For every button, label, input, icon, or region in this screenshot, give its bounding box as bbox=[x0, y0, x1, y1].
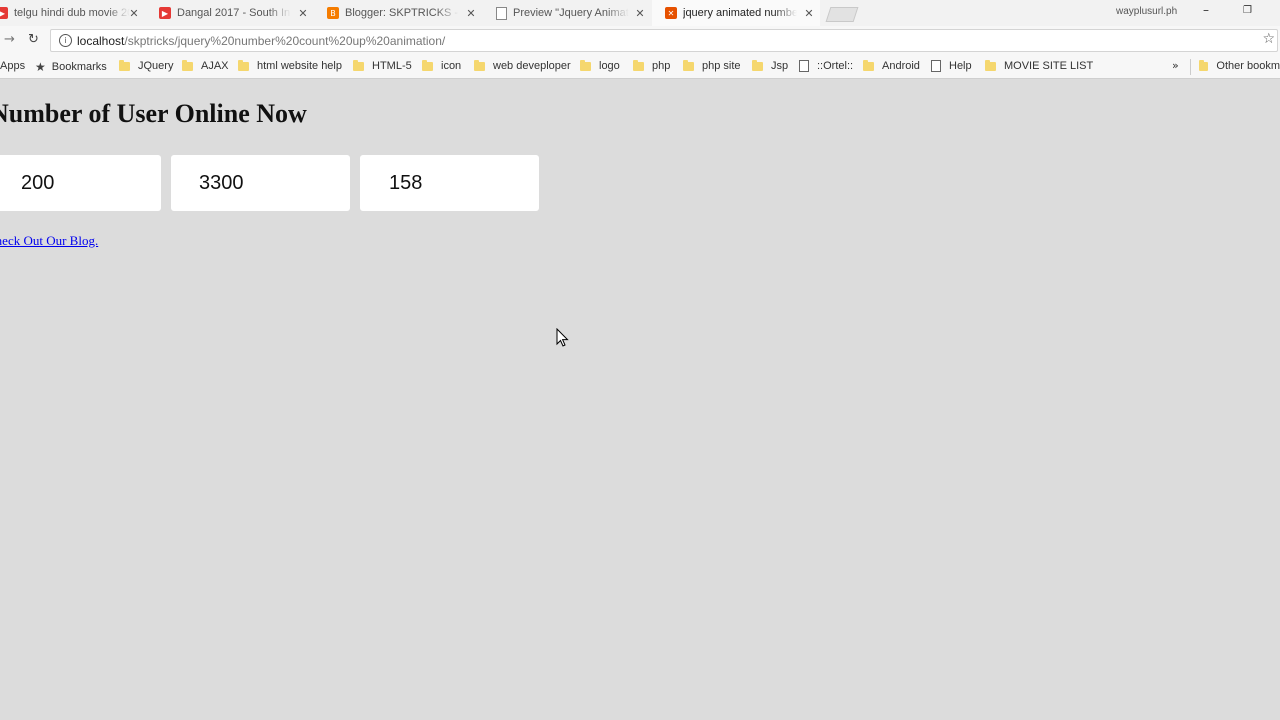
bookmark-icon[interactable]: icon bbox=[422, 59, 462, 72]
address-bar[interactable]: i localhost/skptricks/jquery%20number%20… bbox=[50, 29, 1278, 52]
tab-preview[interactable]: Preview "Jquery Animate ✕ bbox=[496, 0, 646, 26]
bookmark-label: Apps bbox=[0, 60, 26, 72]
bookmark-label: web deveploper bbox=[493, 60, 571, 72]
bookmarks-bar: Apps ★ Bookmarks JQuery AJAX html website… bbox=[0, 56, 1280, 79]
folder-icon bbox=[633, 59, 644, 71]
bookmark-bookmarks[interactable]: ★ Bookmarks bbox=[35, 60, 107, 74]
bookmark-help[interactable]: Help bbox=[931, 60, 972, 72]
counter-value: 158 bbox=[389, 171, 423, 194]
bookmark-label: JQuery bbox=[138, 60, 174, 72]
tab-title: Blogger: SKPTRICKS - Pr bbox=[345, 7, 459, 19]
bookmark-label: Other bookm bbox=[1216, 60, 1280, 72]
folder-icon bbox=[580, 59, 591, 71]
url-host: localhost bbox=[77, 33, 125, 48]
url-text[interactable]: localhost/skptricks/jquery%20number%20co… bbox=[77, 34, 445, 48]
bookmark-label: logo bbox=[599, 60, 620, 72]
bookmark-label: php bbox=[652, 60, 671, 72]
tab-title: jquery animated number bbox=[683, 7, 797, 19]
bookmark-label: MOVIE SITE LIST bbox=[1004, 60, 1094, 72]
xampp-favicon-icon: ✕ bbox=[665, 7, 677, 19]
bookmark-web-deveploper[interactable]: web deveploper bbox=[474, 59, 571, 72]
bookmark-jquery[interactable]: JQuery bbox=[119, 59, 174, 72]
tab-jquery-animated-number[interactable]: ✕ jquery animated number ✕ bbox=[665, 0, 815, 26]
close-icon[interactable]: ✕ bbox=[128, 7, 140, 20]
bookmark-movie-site-list[interactable]: MOVIE SITE LIST bbox=[985, 59, 1094, 72]
restore-icon[interactable]: ❐ bbox=[1243, 5, 1252, 16]
folder-icon bbox=[683, 59, 694, 71]
tab-strip: ▶ telgu hindi dub movie 20 ✕ ▶ Dangal 20… bbox=[0, 0, 1280, 26]
folder-icon bbox=[182, 59, 193, 71]
page-content: Number of User Online Now 200 3300 158 C… bbox=[0, 79, 1280, 720]
counter-box: 158 bbox=[360, 155, 539, 211]
page-heading: Number of User Online Now bbox=[0, 99, 307, 128]
bookmark-label: Bookmarks bbox=[51, 61, 107, 73]
watermark: wayplusurl.ph bbox=[1116, 6, 1178, 17]
star-icon: ★ bbox=[35, 60, 46, 74]
page-icon bbox=[931, 60, 941, 72]
page-favicon-icon bbox=[496, 6, 507, 20]
youtube-favicon-icon: ▶ bbox=[159, 7, 171, 19]
bookmark-apps[interactable]: Apps bbox=[0, 60, 25, 72]
tab-title: Dangal 2017 - South Indi bbox=[177, 7, 291, 19]
folder-icon bbox=[119, 59, 130, 71]
minimize-icon[interactable]: – bbox=[1203, 3, 1209, 17]
more-bookmarks-button[interactable]: » bbox=[1172, 59, 1179, 72]
url-path: /skptricks/jquery%20number%20count%20up%… bbox=[124, 33, 446, 48]
bookmark-label: Jsp bbox=[771, 60, 789, 72]
bookmark-label: AJAX bbox=[201, 60, 229, 72]
browser-toolbar: → ↻ i localhost/skptricks/jquery%20numbe… bbox=[0, 26, 1280, 56]
folder-icon bbox=[474, 59, 485, 71]
blogger-favicon-icon: B bbox=[327, 7, 339, 19]
youtube-favicon-icon: ▶ bbox=[0, 7, 8, 19]
bookmark-star-icon[interactable]: ☆ bbox=[1262, 31, 1275, 47]
close-icon[interactable]: ✕ bbox=[634, 7, 646, 20]
bookmark-label: Android bbox=[882, 60, 920, 72]
bookmarks-divider bbox=[1190, 59, 1191, 75]
bookmark-label: ::Ortel:: bbox=[817, 60, 854, 72]
folder-icon bbox=[353, 59, 364, 71]
tab-title: Preview "Jquery Animate bbox=[513, 7, 629, 19]
reload-icon[interactable]: ↻ bbox=[28, 32, 39, 47]
new-tab-button[interactable] bbox=[825, 7, 859, 22]
folder-icon bbox=[422, 59, 433, 71]
close-icon[interactable]: ✕ bbox=[803, 7, 815, 20]
counter-box: 3300 bbox=[171, 155, 350, 211]
tab-blogger[interactable]: B Blogger: SKPTRICKS - Pr ✕ bbox=[327, 0, 477, 26]
bookmark-label: Help bbox=[949, 60, 972, 72]
tab-title: telgu hindi dub movie 20 bbox=[14, 7, 130, 19]
bookmark-label: icon bbox=[441, 60, 462, 72]
forward-arrow-icon[interactable]: → bbox=[4, 32, 15, 47]
bookmark-php-site[interactable]: php site bbox=[683, 59, 741, 72]
mouse-cursor-icon bbox=[556, 328, 569, 347]
bookmark-php[interactable]: php bbox=[633, 59, 671, 72]
folder-icon bbox=[1199, 60, 1209, 71]
bookmark-ajax[interactable]: AJAX bbox=[182, 59, 229, 72]
page-icon bbox=[799, 60, 809, 72]
bookmark-html-website-help[interactable]: html website help bbox=[238, 59, 342, 72]
blog-link[interactable]: Check Out Our Blog. bbox=[0, 233, 98, 249]
info-icon[interactable]: i bbox=[59, 34, 72, 47]
close-icon[interactable]: ✕ bbox=[465, 7, 477, 20]
counter-value: 3300 bbox=[199, 171, 244, 194]
bookmark-logo[interactable]: logo bbox=[580, 59, 620, 72]
bookmark-ortel[interactable]: ::Ortel:: bbox=[799, 60, 853, 72]
folder-icon bbox=[752, 59, 763, 71]
folder-icon bbox=[863, 59, 874, 71]
bookmark-label: php site bbox=[702, 60, 741, 72]
bookmark-label: HTML-5 bbox=[372, 60, 412, 72]
counter-box: 200 bbox=[0, 155, 161, 211]
counter-value: 200 bbox=[21, 171, 55, 194]
bookmark-html5[interactable]: HTML-5 bbox=[353, 59, 412, 72]
close-icon[interactable]: ✕ bbox=[297, 7, 309, 20]
bookmark-android[interactable]: Android bbox=[863, 59, 920, 72]
folder-icon bbox=[238, 59, 249, 71]
bookmark-jsp[interactable]: Jsp bbox=[752, 59, 789, 72]
tab-dangal[interactable]: ▶ Dangal 2017 - South Indi ✕ bbox=[159, 0, 309, 26]
folder-icon bbox=[985, 59, 996, 71]
bookmark-other-bookmarks[interactable]: Other bookm bbox=[1199, 60, 1280, 72]
tab-telgu-hindi-dub[interactable]: ▶ telgu hindi dub movie 20 ✕ bbox=[0, 0, 146, 26]
bookmark-label: html website help bbox=[257, 60, 342, 72]
